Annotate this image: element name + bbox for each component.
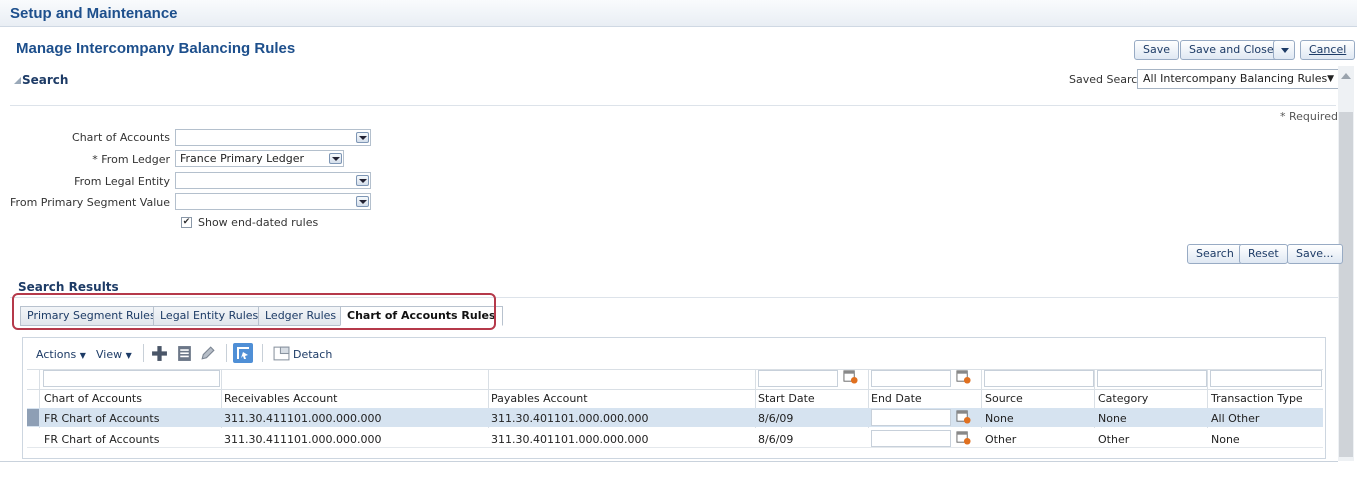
col-header-start-date[interactable]: Start Date bbox=[758, 392, 815, 405]
from-ledger-value: France Primary Ledger bbox=[180, 152, 305, 165]
from-legal-entity-label: From Legal Entity bbox=[74, 175, 170, 188]
add-icon[interactable] bbox=[151, 345, 168, 362]
dropdown-arrow-icon: ▼ bbox=[1327, 74, 1334, 84]
chevron-down-icon[interactable] bbox=[356, 175, 369, 186]
filter-start-date[interactable] bbox=[758, 370, 838, 387]
from-primary-segment-select[interactable] bbox=[175, 193, 371, 210]
search-button[interactable]: Search bbox=[1187, 244, 1243, 264]
saved-search-value: All Intercompany Balancing Rules bbox=[1143, 72, 1328, 85]
chart-of-accounts-select[interactable] bbox=[175, 129, 371, 146]
table-cell: All Other bbox=[1211, 412, 1260, 425]
col-header-category[interactable]: Category bbox=[1098, 392, 1148, 405]
col-header-chart-of-accounts[interactable]: Chart of Accounts bbox=[44, 392, 142, 405]
app-title: Setup and Maintenance bbox=[10, 5, 178, 22]
show-end-dated-checkbox[interactable]: ✔ bbox=[181, 217, 192, 228]
edit-list-icon[interactable] bbox=[176, 345, 193, 362]
table-cell: 311.30.401101.000.000.000 bbox=[491, 433, 649, 446]
table-cell: None bbox=[1211, 433, 1240, 446]
save-search-button[interactable]: Save... bbox=[1287, 244, 1343, 264]
table-cell: FR Chart of Accounts bbox=[44, 412, 160, 425]
table-cell: None bbox=[1098, 412, 1127, 425]
save-button[interactable]: Save bbox=[1134, 40, 1180, 60]
filter-category[interactable] bbox=[1097, 370, 1207, 387]
collapse-triangle-icon[interactable] bbox=[14, 77, 21, 84]
from-legal-entity-select[interactable] bbox=[175, 172, 371, 189]
saved-search-select[interactable]: All Intercompany Balancing Rules ▼ bbox=[1137, 69, 1340, 89]
filter-source[interactable] bbox=[984, 370, 1094, 387]
col-header-receivables-account[interactable]: Receivables Account bbox=[224, 392, 338, 405]
pencil-icon[interactable] bbox=[199, 345, 216, 362]
table-cell: 8/6/09 bbox=[758, 433, 794, 446]
filter-end-date[interactable] bbox=[871, 370, 951, 387]
cancel-button[interactable]: Cancel bbox=[1300, 40, 1356, 60]
toolbar-separator bbox=[143, 344, 144, 362]
chevron-down-icon[interactable] bbox=[356, 132, 369, 143]
calendar-icon[interactable] bbox=[956, 430, 971, 445]
detach-icon[interactable] bbox=[273, 345, 290, 362]
search-results-header: Search Results bbox=[18, 280, 119, 294]
row-selector[interactable] bbox=[27, 409, 39, 426]
filter-transaction-type[interactable] bbox=[1210, 370, 1322, 387]
from-ledger-label: * From Ledger bbox=[92, 153, 170, 166]
app-title-bar: Setup and Maintenance bbox=[0, 0, 1357, 27]
chart-of-accounts-label: Chart of Accounts bbox=[72, 131, 170, 144]
table-cell: Other bbox=[985, 433, 1017, 446]
table-cell: 311.30.411101.000.000.000 bbox=[224, 412, 382, 425]
view-menu[interactable]: View ▼ bbox=[96, 348, 132, 361]
actions-menu[interactable]: Actions ▼ bbox=[36, 348, 86, 361]
reset-button[interactable]: Reset bbox=[1239, 244, 1288, 264]
required-note: * Required bbox=[1280, 110, 1338, 123]
save-and-close-menu-button[interactable] bbox=[1273, 40, 1295, 60]
saved-search-label: Saved Search bbox=[1069, 73, 1145, 86]
table-cell: Other bbox=[1098, 433, 1130, 446]
table-row[interactable] bbox=[27, 408, 1323, 427]
col-header-transaction-type[interactable]: Transaction Type bbox=[1211, 392, 1303, 405]
page-title: Manage Intercompany Balancing Rules bbox=[16, 40, 296, 57]
table-cell: FR Chart of Accounts bbox=[44, 433, 160, 446]
filter-chart-of-accounts[interactable] bbox=[43, 370, 220, 387]
bottom-divider bbox=[0, 461, 1338, 462]
table-cell: 311.30.401101.000.000.000 bbox=[491, 412, 649, 425]
section-divider bbox=[10, 105, 1336, 106]
from-ledger-select[interactable]: France Primary Ledger bbox=[175, 150, 344, 167]
end-date-input[interactable] bbox=[871, 409, 951, 426]
col-header-payables-account[interactable]: Payables Account bbox=[491, 392, 588, 405]
detach-button[interactable]: Detach bbox=[293, 348, 332, 361]
table-cell: None bbox=[985, 412, 1014, 425]
toolbar-separator bbox=[262, 344, 263, 362]
calendar-icon[interactable] bbox=[956, 369, 971, 384]
end-date-input[interactable] bbox=[871, 430, 951, 447]
scroll-up-arrow-icon[interactable] bbox=[1341, 73, 1351, 79]
from-primary-segment-label: From Primary Segment Value bbox=[10, 196, 170, 209]
tabs-highlight-box bbox=[12, 293, 496, 330]
scrollbar-thumb[interactable] bbox=[1339, 112, 1353, 457]
chevron-down-icon[interactable] bbox=[356, 196, 369, 207]
col-header-source[interactable]: Source bbox=[985, 392, 1023, 405]
table-cell: 311.30.411101.000.000.000 bbox=[224, 433, 382, 446]
col-header-end-date[interactable]: End Date bbox=[871, 392, 922, 405]
toolbar-separator bbox=[226, 344, 227, 362]
table-cell: 8/6/09 bbox=[758, 412, 794, 425]
show-end-dated-label: Show end-dated rules bbox=[198, 216, 319, 229]
chevron-down-icon[interactable] bbox=[329, 153, 342, 164]
save-and-close-button[interactable]: Save and Close bbox=[1180, 40, 1283, 60]
freeze-icon[interactable] bbox=[233, 343, 253, 363]
search-section-header[interactable]: Search bbox=[22, 73, 68, 87]
calendar-icon[interactable] bbox=[956, 409, 971, 424]
calendar-icon[interactable] bbox=[843, 369, 858, 384]
